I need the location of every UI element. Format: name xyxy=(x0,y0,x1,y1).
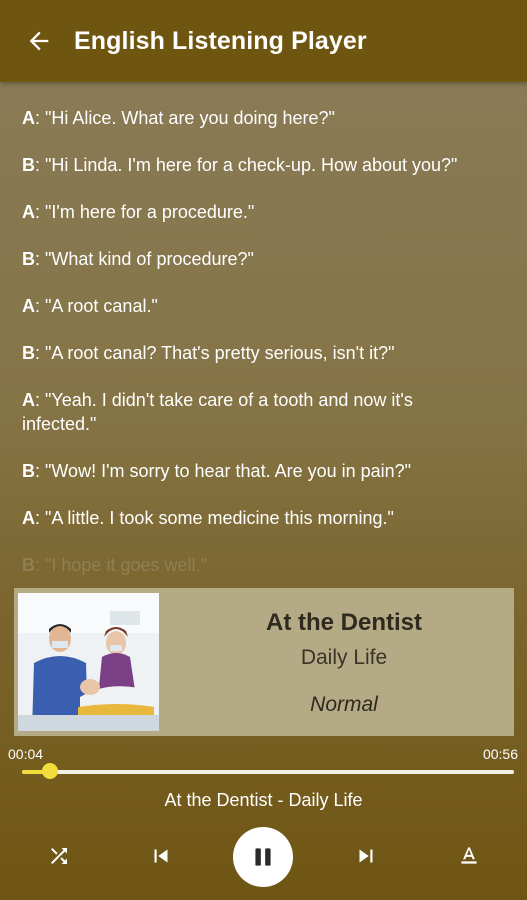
player-controls xyxy=(0,825,527,887)
text-size-button[interactable] xyxy=(454,841,484,871)
lesson-card[interactable]: At the Dentist Daily Life Normal xyxy=(14,588,514,736)
next-button[interactable] xyxy=(351,841,381,871)
seek-bar-thumb[interactable] xyxy=(42,763,59,779)
seek-bar[interactable] xyxy=(22,770,514,774)
shuffle-button[interactable] xyxy=(44,841,74,871)
transcript-line: A: "Hi Alice. What are you doing here?" xyxy=(22,108,335,128)
transcript-line: B: "What kind of procedure?" xyxy=(22,249,254,269)
previous-button[interactable] xyxy=(146,841,176,871)
current-time: 00:04 xyxy=(8,746,44,762)
transcript-line: B: "Hi Linda. I'm here for a check-up. H… xyxy=(22,155,458,175)
app-bar: English Listening Player xyxy=(0,0,527,82)
now-playing-label: At the Dentist - Daily Life xyxy=(164,790,363,810)
transcript-line: B: "A root canal? That's pretty serious,… xyxy=(22,343,395,363)
transcript-line: A: "Yeah. I didn't take care of a tooth … xyxy=(22,390,413,434)
app-title: English Listening Player xyxy=(74,26,367,55)
lesson-thumbnail xyxy=(18,593,159,731)
skip-next-icon xyxy=(359,849,373,863)
lesson-category: Daily Life xyxy=(300,646,388,669)
shuffle-icon xyxy=(51,848,67,864)
transcript-line: A: "I'm here for a procedure." xyxy=(22,202,255,222)
transcript-line: A: "A little. I took some medicine this … xyxy=(22,508,394,528)
duration-time: 00:56 xyxy=(482,746,518,762)
lesson-level: Normal xyxy=(310,693,378,716)
arrow-left-icon xyxy=(29,31,49,51)
transcript-line: B: "I hope it goes well." xyxy=(22,555,207,575)
lesson-info: At the Dentist Daily Life Normal xyxy=(174,588,514,717)
lesson-title: At the Dentist xyxy=(266,609,422,636)
transcript-list[interactable]: A: "Hi Alice. What are you doing here?" … xyxy=(0,82,527,588)
back-button[interactable] xyxy=(0,0,82,82)
transcript-line: B: "Wow! I'm sorry to hear that. Are you… xyxy=(22,461,412,481)
text-format-icon xyxy=(461,847,477,864)
skip-previous-icon xyxy=(154,849,168,863)
pause-icon xyxy=(255,848,271,866)
transcript-line: A: "A root canal." xyxy=(22,296,158,316)
pause-button[interactable] xyxy=(233,827,293,887)
